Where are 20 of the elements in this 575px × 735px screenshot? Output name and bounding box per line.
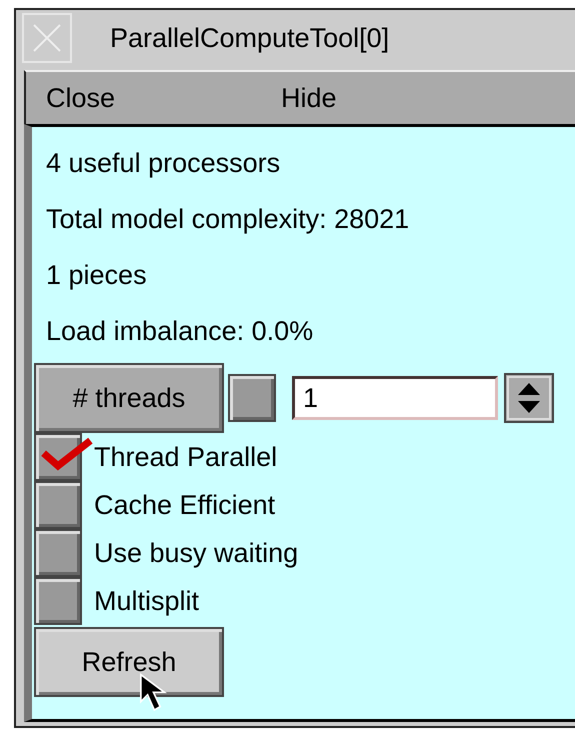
refresh-button[interactable]: Refresh (34, 627, 224, 697)
option-label: Cache Efficient (94, 490, 276, 520)
option-label: Thread Parallel (94, 442, 278, 472)
info-text: 1 pieces (45, 259, 148, 292)
threads-button[interactable]: # threads (34, 363, 224, 433)
info-text: Total model complexity: 28021 (45, 203, 410, 236)
info-text: 4 useful processors (45, 147, 282, 180)
spin-icon[interactable] (504, 373, 554, 423)
threads-field[interactable]: 1 (292, 376, 498, 420)
menu-item[interactable]: Hide (261, 82, 496, 114)
option-label: Multisplit (94, 586, 200, 616)
info-text: Load imbalance: 0.0% (45, 315, 314, 348)
option-checkbox[interactable] (34, 481, 82, 529)
menu-item[interactable]: Close (26, 82, 261, 114)
threads-toggle[interactable] (228, 374, 276, 422)
option-checkbox[interactable] (34, 577, 82, 625)
window-title: ParallelComputeTool[0] (110, 22, 390, 54)
option-checkbox[interactable] (34, 529, 82, 577)
option-label: Use busy waiting (94, 538, 298, 568)
check-icon (40, 437, 94, 473)
